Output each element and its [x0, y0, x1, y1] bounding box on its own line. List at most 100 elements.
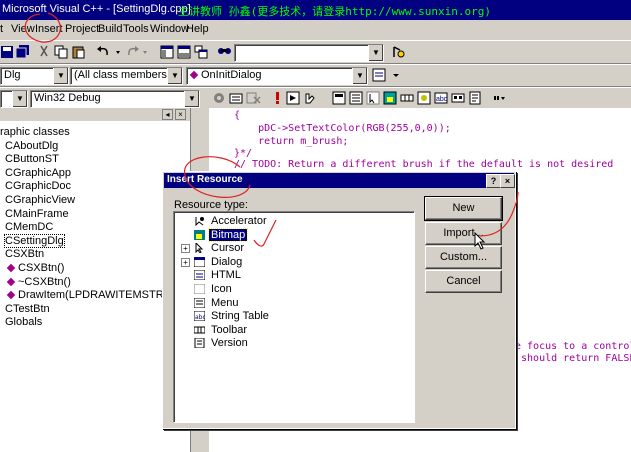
- cursor-editor-icon[interactable]: [366, 91, 381, 105]
- class-combo-arrow[interactable]: ▼: [53, 68, 68, 84]
- resource-type-item[interactable]: Menu: [193, 297, 241, 310]
- resource-type-label: Toolbar: [211, 324, 248, 336]
- window-list-icon[interactable]: [194, 45, 209, 59]
- function-combo[interactable]: OnInitDialog ▼: [186, 67, 368, 85]
- resource-type-item[interactable]: abc String Table: [193, 310, 271, 323]
- cut-icon[interactable]: [37, 45, 52, 59]
- function-combo-arrow[interactable]: ▼: [352, 68, 367, 84]
- tree-class-item[interactable]: Globals: [5, 316, 42, 328]
- menu-insert[interactable]: Insert: [35, 23, 63, 35]
- custom-button[interactable]: Custom...: [425, 246, 502, 269]
- accelerator-editor-icon[interactable]: [451, 91, 466, 105]
- build-icon[interactable]: [229, 91, 244, 105]
- tree-root-item[interactable]: raphic classes: [0, 126, 70, 138]
- tree-class-item[interactable]: CGraphicDoc: [5, 180, 71, 192]
- menu-tools[interactable]: Tools: [123, 23, 149, 35]
- icon-editor-icon[interactable]: [417, 91, 432, 105]
- paste-icon[interactable]: [71, 45, 86, 59]
- members-combo[interactable]: (All class members) ▼: [70, 67, 183, 85]
- stop-build-icon[interactable]: [246, 91, 261, 105]
- resource-type-item[interactable]: HTML: [193, 269, 243, 282]
- close-icon[interactable]: ×: [500, 174, 515, 188]
- tree-item-label: raphic classes: [0, 126, 70, 138]
- tree-item-label: CGraphicView: [5, 194, 76, 206]
- bitmap-editor-icon[interactable]: [383, 91, 398, 105]
- tree-item-label: ~CSXBtn(): [18, 276, 71, 288]
- code-line: {: [234, 110, 241, 121]
- config-combo-arrow[interactable]: ▼: [184, 91, 199, 107]
- tree-method-item[interactable]: DrawItem(LPDRAWITEMSTRU: [6, 289, 172, 301]
- tree-class-item[interactable]: CMemDC: [5, 221, 53, 233]
- tree-item-label: CButtonST: [5, 153, 59, 165]
- execute-icon[interactable]: [270, 91, 285, 105]
- tree-class-item[interactable]: CGraphicView: [5, 194, 75, 206]
- class-combo-value: Dlg: [4, 69, 21, 81]
- code-comment: should return FALSE: [515, 353, 631, 364]
- config-combo-value: Win32 Debug: [34, 92, 101, 104]
- expand-icon[interactable]: +: [181, 244, 190, 253]
- cancel-button[interactable]: Cancel: [425, 270, 502, 293]
- menu-build[interactable]: Build: [98, 23, 122, 35]
- tree-class-item[interactable]: CMainFrame: [5, 208, 69, 220]
- tree-item-label: CSXBtn: [5, 248, 45, 260]
- redo-icon[interactable]: [125, 45, 140, 59]
- redo-dropdown-icon[interactable]: [140, 45, 155, 59]
- resource-type-item[interactable]: Dialog: [193, 256, 244, 269]
- resource-type-item[interactable]: Cursor: [194, 241, 246, 255]
- menu-window[interactable]: Window: [150, 23, 189, 35]
- undo-icon[interactable]: [96, 45, 111, 59]
- go-icon[interactable]: [286, 91, 301, 105]
- wizard-action-icon[interactable]: [372, 68, 390, 82]
- version-editor-icon[interactable]: [468, 91, 483, 105]
- wizard-action-dropdown-icon[interactable]: [389, 68, 404, 82]
- toolbar-options-icon[interactable]: [492, 91, 510, 105]
- resource-type-item[interactable]: Icon: [193, 283, 234, 296]
- tree-class-item[interactable]: CSXBtn: [5, 248, 44, 260]
- resource-type-label: Cursor: [211, 242, 245, 254]
- class-combo[interactable]: Dlg ▼: [0, 67, 69, 85]
- resource-type-item[interactable]: Bitmap: [194, 228, 249, 242]
- save-icon[interactable]: [0, 45, 15, 59]
- find-in-files-icon[interactable]: [217, 45, 232, 59]
- project-combo[interactable]: ▼: [0, 90, 28, 108]
- members-combo-arrow[interactable]: ▼: [167, 68, 182, 84]
- menu-bar: t View Insert Project Build Tools Window…: [0, 20, 631, 39]
- string-editor-icon[interactable]: abc: [434, 91, 449, 105]
- find-combo[interactable]: ▼: [234, 44, 384, 62]
- find-icon[interactable]: [391, 45, 406, 59]
- tree-class-item[interactable]: CAboutDlg: [5, 140, 58, 152]
- config-combo[interactable]: Win32 Debug ▼: [30, 90, 200, 108]
- tree-method-item[interactable]: CSXBtn(): [6, 262, 64, 274]
- import-button[interactable]: Import...: [425, 222, 502, 245]
- tree-class-item[interactable]: CButtonST: [5, 153, 59, 165]
- menu-project[interactable]: Project: [65, 23, 99, 35]
- resource-type-item[interactable]: Toolbar: [193, 324, 249, 337]
- tree-class-item[interactable]: CTestBtn: [5, 303, 50, 315]
- copy-icon[interactable]: [54, 45, 69, 59]
- find-combo-arrow[interactable]: ▼: [368, 45, 383, 61]
- menu-view[interactable]: View: [11, 23, 35, 35]
- project-combo-arrow[interactable]: ▼: [12, 91, 27, 107]
- output-icon[interactable]: [177, 45, 192, 59]
- tree-class-item[interactable]: CGraphicApp: [5, 167, 71, 179]
- toolbar-editor-icon[interactable]: [400, 91, 415, 105]
- breakpoint-icon[interactable]: [302, 91, 317, 105]
- compile-icon[interactable]: [212, 91, 227, 105]
- menu-editor-icon[interactable]: [349, 91, 364, 105]
- menu-help[interactable]: Help: [186, 23, 209, 35]
- scroll-right-icon[interactable]: ×: [175, 109, 186, 120]
- expand-icon[interactable]: +: [181, 258, 190, 267]
- resource-type-item[interactable]: Accelerator: [194, 215, 269, 228]
- scroll-left-icon[interactable]: ◂: [162, 109, 173, 120]
- resource-type-label: Resource type:: [174, 199, 248, 211]
- resource-type-item[interactable]: Version: [194, 337, 250, 350]
- workspace-icon[interactable]: [160, 45, 175, 59]
- menu-edit[interactable]: t: [0, 23, 3, 35]
- dialog-editor-icon[interactable]: [332, 91, 347, 105]
- save-all-icon[interactable]: [16, 45, 31, 59]
- help-icon[interactable]: ?: [486, 174, 501, 188]
- new-button[interactable]: New: [424, 196, 503, 221]
- tree-method-item[interactable]: ~CSXBtn(): [6, 276, 71, 288]
- resource-type-list[interactable]: Accelerator Bitmap + Cursor + Dialog HTML Icon M…: [173, 211, 415, 423]
- tree-class-item[interactable]: CSettingDlg: [4, 234, 65, 248]
